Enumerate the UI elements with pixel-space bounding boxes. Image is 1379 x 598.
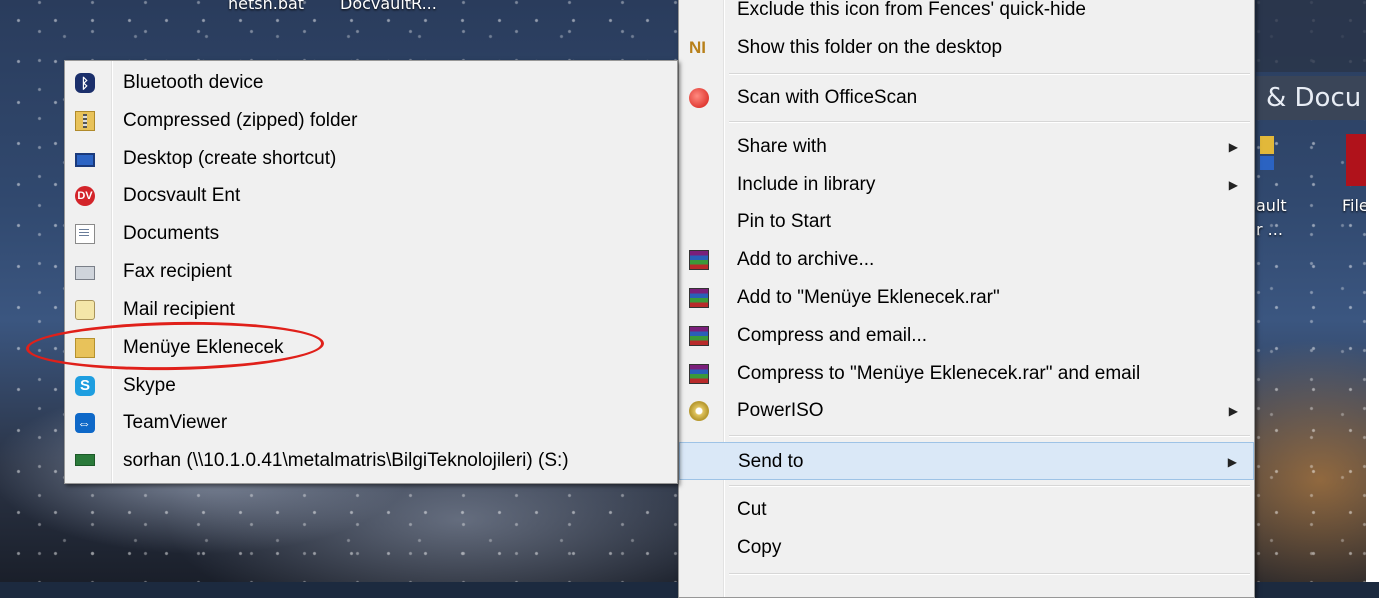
menu-item-poweriso[interactable]: PowerISO ▶	[679, 392, 1254, 430]
explorer-window-title: & Docu	[1256, 76, 1366, 120]
poweriso-icon	[689, 401, 709, 421]
menu-item-label: Exclude this icon from Fences' quick-hid…	[737, 0, 1086, 20]
docsvault-desktop-icon[interactable]	[1258, 134, 1276, 182]
submenu-arrow-icon: ▶	[1228, 140, 1238, 154]
bluetooth-icon: ᛒ	[75, 73, 95, 93]
pdf-desktop-icon[interactable]	[1346, 134, 1366, 186]
desktop-file-label[interactable]: netsh.bat	[228, 0, 304, 13]
menu-item-exclude-fences[interactable]: Exclude this icon from Fences' quick-hid…	[679, 0, 1254, 29]
menu-item-label: Compressed (zipped) folder	[123, 110, 358, 131]
sendto-item-teamviewer[interactable]: TeamViewer	[65, 404, 677, 442]
menu-item-label: Pin to Start	[737, 211, 831, 232]
fax-icon	[75, 266, 95, 280]
sendto-item-fax[interactable]: Fax recipient	[65, 253, 677, 291]
submenu-arrow-icon: ▶	[1228, 404, 1238, 418]
winrar-icon	[689, 326, 709, 346]
menu-item-label: Include in library	[737, 174, 876, 195]
menu-item-label: Add to "Menüye Eklenecek.rar"	[737, 287, 1000, 308]
zip-folder-icon	[75, 111, 95, 131]
menu-item-scan-officescan[interactable]: Scan with OfficeScan	[679, 79, 1254, 117]
menu-item-pin-start[interactable]: Pin to Start	[679, 203, 1254, 241]
menu-item-label: Compress to "Menüye Eklenecek.rar" and e…	[737, 363, 1141, 384]
menu-separator	[729, 73, 1250, 75]
menu-separator	[729, 435, 1250, 437]
menu-item-label: Compress and email...	[737, 325, 928, 346]
sendto-item-desktop[interactable]: Desktop (create shortcut)	[65, 140, 677, 178]
submenu-arrow-icon: ▶	[1227, 455, 1237, 469]
submenu-arrow-icon: ▶	[1228, 178, 1238, 192]
menu-item-label: Show this folder on the desktop	[737, 37, 1003, 58]
menu-separator	[729, 121, 1250, 123]
fences-icon: NI	[689, 38, 706, 57]
menu-item-label: Desktop (create shortcut)	[123, 148, 337, 169]
sendto-item-zip[interactable]: Compressed (zipped) folder	[65, 102, 677, 140]
winrar-icon	[689, 250, 709, 270]
menu-item-label: Copy	[737, 537, 782, 558]
menu-item-label: TeamViewer	[123, 412, 228, 433]
menu-item-label: Scan with OfficeScan	[737, 87, 918, 108]
menu-item-label: Bluetooth device	[123, 72, 264, 93]
desktop-icon-label[interactable]: r ...	[1256, 220, 1283, 239]
desktop-file-label[interactable]: DocvaultR...	[340, 0, 437, 13]
mail-icon	[75, 300, 95, 320]
menu-item-share-with[interactable]: Share with ▶	[679, 128, 1254, 166]
menu-item-label: sorhan (\\10.1.0.41\metalmatris\BilgiTek…	[123, 450, 569, 471]
winrar-icon	[689, 364, 709, 384]
menu-item-label: Cut	[737, 499, 767, 520]
menu-item-show-folder-desktop[interactable]: NI Show this folder on the desktop	[679, 29, 1254, 67]
menu-item-label: Send to	[738, 451, 804, 472]
screen-edge	[1366, 0, 1379, 582]
menu-item-include-library[interactable]: Include in library ▶	[679, 166, 1254, 204]
network-drive-icon	[75, 454, 95, 466]
menu-item-send-to[interactable]: Send to ▶	[679, 442, 1254, 480]
docsvault-icon: DV	[75, 186, 95, 206]
menu-item-label: Documents	[123, 223, 220, 244]
sendto-item-docsvault[interactable]: DV Docsvault Ent	[65, 177, 677, 215]
menu-item-label: Share with	[737, 136, 827, 157]
desktop-icon-label[interactable]: ault	[1256, 196, 1287, 215]
sendto-item-documents[interactable]: Documents	[65, 215, 677, 253]
menu-separator	[729, 573, 1250, 575]
menu-separator	[729, 485, 1250, 487]
menu-item-compress-email[interactable]: Compress and email...	[679, 317, 1254, 355]
sendto-item-skype[interactable]: S Skype	[65, 367, 677, 405]
officescan-icon	[689, 88, 709, 108]
menu-item-label: Add to archive...	[737, 249, 875, 270]
menu-item-cut[interactable]: Cut	[679, 491, 1254, 529]
desktop-icon	[75, 153, 95, 167]
menu-item-compress-rar-email[interactable]: Compress to "Menüye Eklenecek.rar" and e…	[679, 355, 1254, 393]
send-to-submenu: ᛒ Bluetooth device Compressed (zipped) f…	[64, 60, 678, 484]
winrar-icon	[689, 288, 709, 308]
explorer-window-strip	[1256, 0, 1366, 72]
menu-item-add-rar[interactable]: Add to "Menüye Eklenecek.rar"	[679, 279, 1254, 317]
desktop-icon-label[interactable]: File	[1342, 196, 1369, 215]
menu-item-label: PowerISO	[737, 400, 824, 421]
menu-item-label: Docsvault Ent	[123, 185, 241, 206]
skype-icon: S	[75, 376, 95, 396]
context-menu: Exclude this icon from Fences' quick-hid…	[678, 0, 1255, 598]
sendto-item-bluetooth[interactable]: ᛒ Bluetooth device	[65, 64, 677, 102]
menu-item-label: Skype	[123, 375, 176, 396]
documents-icon	[75, 224, 95, 244]
menu-item-add-archive[interactable]: Add to archive...	[679, 241, 1254, 279]
sendto-item-network-drive[interactable]: sorhan (\\10.1.0.41\metalmatris\BilgiTek…	[65, 442, 677, 480]
teamviewer-icon	[75, 413, 95, 433]
menu-item-label: Fax recipient	[123, 261, 232, 282]
menu-item-copy[interactable]: Copy	[679, 529, 1254, 567]
